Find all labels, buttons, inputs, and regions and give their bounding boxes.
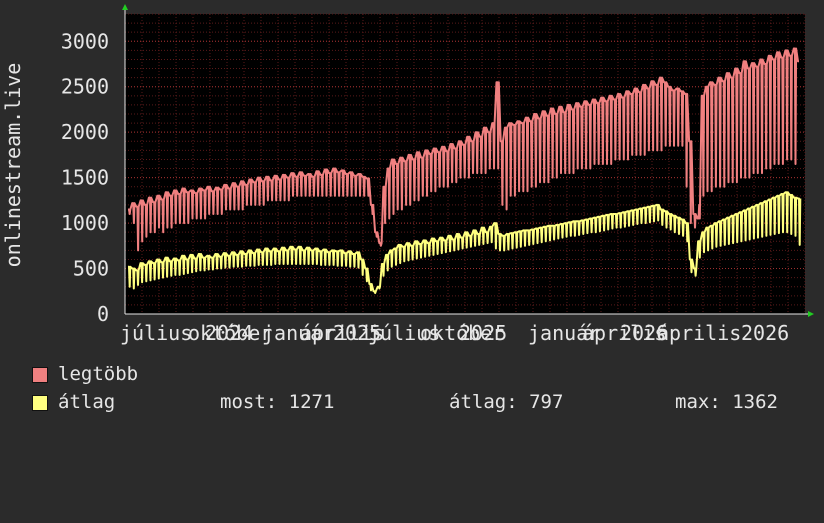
x-axis-arrow-icon — [808, 311, 814, 317]
y-tick-label: 1000 — [61, 211, 109, 235]
x-tick-labels: júliusoktóber2024 januáráprilis2025július… — [120, 321, 789, 345]
y-axis-label: onlinestream.live — [1, 63, 25, 268]
x-tick-label: április — [657, 321, 741, 345]
y-tick-label: 2000 — [61, 120, 109, 144]
stat-now: most: 1271 — [220, 391, 335, 413]
x-tick-label: 2026 — [741, 321, 789, 345]
x-tick-label: 2024 — [205, 321, 253, 345]
x-tick-label: július — [120, 321, 192, 345]
y-tick-labels: 0 500 1000 1500 2000 2500 3000 — [61, 29, 109, 326]
y-tick-label: 0 — [97, 302, 109, 326]
legend-label-avg: átlag — [58, 391, 116, 413]
y-tick-label: 3000 — [61, 29, 109, 53]
y-tick-label: 2500 — [61, 75, 109, 99]
stat-average: átlag: 797 — [449, 391, 564, 413]
legend-label-max: legtöbb — [58, 363, 139, 385]
chart-area: 050010001500200025003000 júliusoktóber20… — [1, 4, 814, 345]
y-tick-label: 500 — [73, 257, 109, 281]
x-tick-label: 2025 — [459, 321, 507, 345]
legend-swatch-avg — [32, 395, 48, 411]
y-axis-arrow-icon — [122, 4, 128, 10]
legend-item-avg: átlag most: 1271 átlag: 797 max: 1362 — [32, 391, 778, 413]
y-tick-label: 1500 — [61, 166, 109, 190]
stat-max: max: 1362 — [675, 391, 778, 413]
legend-item-max: legtöbb — [32, 363, 138, 385]
legend-swatch-max — [32, 367, 48, 383]
